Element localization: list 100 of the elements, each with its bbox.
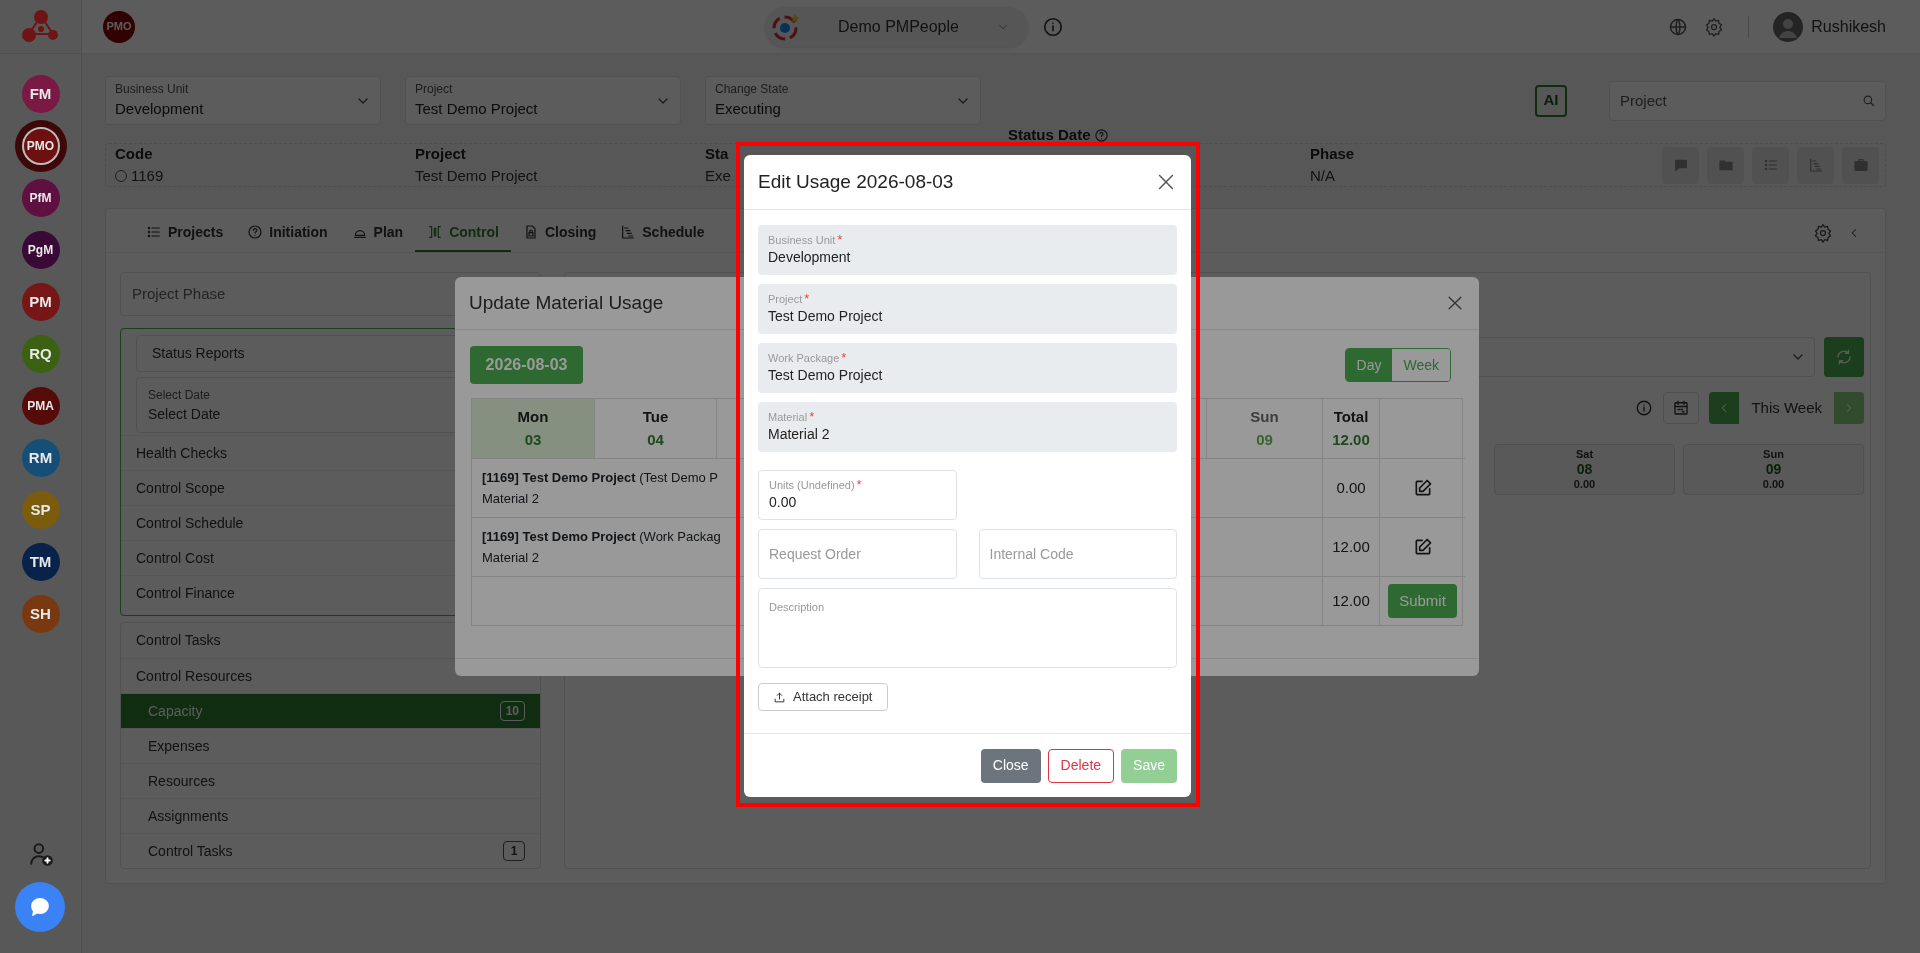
dialog-button[interactable]: Close bbox=[980, 748, 1041, 783]
tab[interactable]: Control bbox=[415, 214, 511, 252]
module-avatar[interactable]: SP bbox=[21, 491, 60, 529]
module-avatar[interactable]: SH bbox=[21, 595, 60, 633]
submenu-item[interactable]: Control Tasks 1 bbox=[121, 833, 540, 868]
day-card: Sat 08 0.00 bbox=[1494, 444, 1675, 495]
user-name[interactable]: Rushikesh bbox=[1811, 14, 1886, 39]
summary-label: Status Date bbox=[1008, 125, 1091, 145]
filter-select[interactable]: Change State Executing bbox=[705, 76, 981, 125]
gantt-button[interactable] bbox=[1797, 146, 1834, 184]
filter-select[interactable]: Business Unit Development bbox=[105, 76, 381, 125]
control-menu-item[interactable]: Control Finance bbox=[136, 582, 235, 604]
grand-total: 12.00 bbox=[1332, 590, 1370, 611]
row-total: 12.00 bbox=[1332, 536, 1370, 557]
tab[interactable]: Plan bbox=[339, 214, 416, 252]
control-menu-item[interactable]: Control Schedule bbox=[136, 512, 244, 534]
control-menu-item[interactable]: Health Checks bbox=[136, 442, 228, 464]
summary-value: Test Demo Project bbox=[415, 166, 538, 186]
material-name: Material 2 bbox=[482, 490, 540, 508]
dialog-title: Edit Usage 2026-08-03 bbox=[758, 169, 954, 194]
settings-icon bbox=[1813, 223, 1833, 243]
gantt-icon bbox=[620, 224, 637, 240]
gantt-icon bbox=[1807, 157, 1824, 173]
day-header: Mon 03 bbox=[472, 399, 595, 458]
calendar-icon bbox=[1672, 399, 1691, 417]
refresh-button[interactable] bbox=[1824, 337, 1864, 377]
submit-button[interactable]: Submit bbox=[1388, 584, 1457, 618]
settings-icon bbox=[1704, 16, 1725, 37]
submenu-item[interactable]: Resources bbox=[121, 763, 540, 798]
module-avatar[interactable]: PMA bbox=[21, 387, 60, 425]
module-avatar[interactable]: PM bbox=[21, 283, 60, 321]
summary-value: 1169 bbox=[131, 166, 164, 186]
info-icon bbox=[1635, 399, 1654, 417]
material-name: Material 2 bbox=[482, 549, 540, 567]
count-badge: 1 bbox=[503, 841, 525, 861]
submenu-item[interactable]: Capacity 10 bbox=[121, 693, 540, 728]
calendar-button[interactable] bbox=[1663, 392, 1700, 424]
info-icon bbox=[1042, 15, 1064, 38]
readonly-field[interactable]: Work Package* Test Demo Project bbox=[758, 343, 1177, 393]
user-avatar[interactable] bbox=[1773, 11, 1804, 42]
upload-icon bbox=[773, 690, 786, 704]
search-field[interactable]: Project bbox=[1609, 80, 1886, 121]
next-week-button[interactable] bbox=[1834, 392, 1864, 424]
briefcase-icon bbox=[1852, 157, 1869, 173]
module-avatar[interactable]: FM bbox=[21, 75, 60, 113]
module-avatar[interactable]: RM bbox=[21, 439, 60, 477]
total-header: Total 12.00 bbox=[1323, 399, 1380, 458]
units-field[interactable]: Units (Undefined)* 0.00 bbox=[758, 470, 957, 520]
module-avatar[interactable]: RQ bbox=[21, 335, 60, 373]
briefcase-button[interactable] bbox=[1842, 146, 1879, 184]
submenu-item[interactable]: Expenses bbox=[121, 728, 540, 763]
help-circle-icon bbox=[247, 224, 264, 240]
view-toggle[interactable]: Day bbox=[1345, 349, 1393, 381]
previous-week-button[interactable] bbox=[1709, 392, 1740, 424]
list-icon bbox=[146, 224, 162, 240]
chat-bubble-icon bbox=[28, 895, 52, 919]
module-avatar[interactable]: PgM bbox=[21, 231, 60, 269]
day-header: Tue 04 bbox=[595, 399, 717, 458]
tab[interactable]: Initiation bbox=[235, 214, 340, 252]
readonly-field[interactable]: Business Unit* Development bbox=[758, 225, 1177, 275]
comments-button[interactable] bbox=[1662, 146, 1699, 184]
summary-label: Phase bbox=[1310, 143, 1355, 164]
submenu-item[interactable]: Assignments bbox=[121, 798, 540, 833]
usage-entry: [1169] Test Demo Project (Test Demo P bbox=[482, 469, 718, 487]
summary-label: Project bbox=[415, 143, 466, 164]
tab[interactable]: Schedule bbox=[608, 214, 717, 252]
module-avatar[interactable]: TM bbox=[21, 543, 60, 581]
control-menu-item[interactable]: Control Cost bbox=[136, 547, 214, 569]
dialog-button[interactable]: Delete bbox=[1047, 748, 1115, 783]
text-field[interactable]: Request Order bbox=[758, 529, 957, 579]
control-menu-item[interactable]: Control Scope bbox=[136, 477, 225, 499]
attach-receipt-button[interactable]: Attach receipt bbox=[758, 683, 888, 711]
tab[interactable]: Projects bbox=[134, 214, 236, 252]
row-total: 0.00 bbox=[1336, 477, 1366, 498]
organization-selector[interactable]: Demo PMPeople bbox=[765, 6, 1028, 47]
filter-select[interactable]: Project Test Demo Project bbox=[405, 76, 681, 125]
readonly-field[interactable]: Material* Material 2 bbox=[758, 402, 1177, 452]
text-field[interactable]: Internal Code bbox=[978, 529, 1177, 579]
tab[interactable]: Closing bbox=[510, 214, 609, 252]
globe-icon bbox=[1668, 16, 1689, 37]
folder-icon bbox=[1717, 157, 1734, 173]
module-badge[interactable]: PMO bbox=[103, 10, 135, 43]
list-icon bbox=[1762, 157, 1779, 173]
menu-item[interactable]: Control Resources bbox=[136, 665, 252, 687]
help-circle-icon bbox=[1093, 127, 1109, 143]
description-field[interactable]: Description bbox=[758, 588, 1177, 668]
ai-button[interactable]: AI bbox=[1535, 84, 1567, 117]
folder-button[interactable] bbox=[1707, 146, 1744, 184]
summary-label: Code bbox=[115, 143, 153, 164]
list-button[interactable] bbox=[1752, 146, 1789, 184]
day-header: Sun 09 bbox=[1207, 399, 1323, 458]
menu-item[interactable]: Control Tasks bbox=[136, 630, 221, 651]
readonly-field[interactable]: Project* Test Demo Project bbox=[758, 284, 1177, 334]
module-avatar[interactable]: PfM bbox=[21, 179, 60, 217]
count-badge: 10 bbox=[499, 701, 525, 721]
refresh-icon bbox=[1835, 348, 1853, 366]
date-button[interactable]: 2026-08-03 bbox=[470, 346, 583, 384]
usage-entry: [1169] Test Demo Project (Work Packag bbox=[482, 528, 721, 546]
day-card: Sun 09 0.00 bbox=[1683, 444, 1864, 495]
summary-value: N/A bbox=[1310, 166, 1335, 186]
